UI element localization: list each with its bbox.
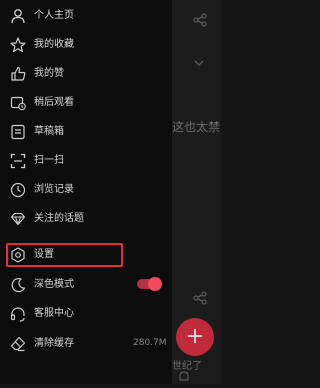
menu-item-label: 扫一扫 bbox=[34, 155, 64, 166]
settings-highlight-box bbox=[6, 243, 123, 267]
dark-mode-toggle[interactable] bbox=[137, 277, 162, 291]
feed-snippet-text: 这也太禁 bbox=[172, 120, 221, 134]
menu-item-label: 关注的话题 bbox=[34, 213, 84, 224]
menu-item-label: 客服中心 bbox=[34, 308, 74, 319]
headset-icon bbox=[9, 305, 27, 323]
menu-item-label: 深色模式 bbox=[34, 279, 74, 290]
history-clock-icon bbox=[9, 181, 27, 199]
menu-item-history[interactable]: 浏览记录 bbox=[0, 177, 172, 203]
menu-item-label: 清除缓存 bbox=[34, 338, 74, 349]
cache-size-value: 280.7M bbox=[133, 338, 167, 348]
menu-item-my-likes[interactable]: 我的赞 bbox=[0, 61, 172, 87]
moon-icon bbox=[9, 276, 27, 294]
person-icon bbox=[9, 7, 27, 25]
share-icon[interactable] bbox=[192, 12, 208, 32]
plus-icon: + bbox=[185, 324, 205, 349]
draft-icon bbox=[9, 123, 27, 141]
bell-icon[interactable] bbox=[177, 369, 191, 388]
diamond-icon bbox=[9, 210, 27, 228]
create-post-button[interactable]: + bbox=[176, 318, 214, 356]
menu-item-label: 浏览记录 bbox=[34, 184, 74, 195]
watch-later-icon bbox=[9, 94, 27, 112]
eraser-icon bbox=[9, 335, 27, 353]
menu-item-watch-later[interactable]: 稍后观看 bbox=[0, 90, 172, 116]
share-icon[interactable] bbox=[192, 290, 208, 310]
menu-item-customer-service[interactable]: 客服中心 bbox=[0, 301, 172, 327]
menu-item-label: 个人主页 bbox=[34, 10, 74, 21]
menu-item-label: 我的赞 bbox=[34, 68, 64, 79]
star-icon bbox=[9, 36, 27, 54]
side-drawer: 个人主页 我的收藏 我的赞 稍后观看 草稿箱 扫一扫 浏览记录 关注的话题 设置… bbox=[0, 0, 172, 384]
menu-item-followed-topics[interactable]: 关注的话题 bbox=[0, 206, 172, 232]
menu-item-label: 稍后观看 bbox=[34, 97, 74, 108]
menu-item-label: 草稿箱 bbox=[34, 126, 64, 137]
menu-item-favorites[interactable]: 我的收藏 bbox=[0, 32, 172, 58]
menu-item-profile[interactable]: 个人主页 bbox=[0, 3, 172, 29]
chevron-down-icon[interactable] bbox=[192, 55, 206, 74]
scan-icon bbox=[9, 152, 27, 170]
thumbs-up-icon bbox=[9, 65, 27, 83]
menu-item-label: 我的收藏 bbox=[34, 39, 74, 50]
menu-item-scan[interactable]: 扫一扫 bbox=[0, 148, 172, 174]
menu-item-drafts[interactable]: 草稿箱 bbox=[0, 119, 172, 145]
toggle-knob bbox=[148, 277, 162, 291]
